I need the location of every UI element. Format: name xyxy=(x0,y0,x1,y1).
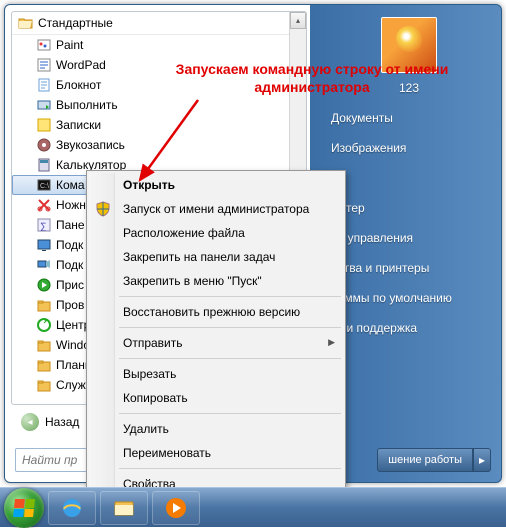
sound-icon xyxy=(36,137,52,153)
sync-icon xyxy=(36,317,52,333)
right-pane-item-3[interactable]: ьютер xyxy=(325,193,493,223)
right-pane-item-1[interactable]: Изображения xyxy=(325,133,493,163)
folder-icon xyxy=(36,377,52,393)
cmd-icon: C:\ xyxy=(36,177,52,193)
run-icon xyxy=(36,97,52,113)
program-label: Записки xyxy=(56,118,101,132)
context-menu-label: Закрепить на панели задач xyxy=(123,250,275,264)
folder-icon xyxy=(36,337,52,353)
context-menu-label: Копировать xyxy=(123,391,188,405)
sticky-icon xyxy=(36,117,52,133)
right-pane-item-6[interactable]: раммы по умолчанию xyxy=(325,283,493,313)
context-menu-label: Закрепить в меню "Пуск" xyxy=(123,274,262,288)
back-label: Назад xyxy=(45,415,79,429)
program-label: Ножн xyxy=(56,198,86,212)
right-pane-item-2[interactable]: ка xyxy=(325,163,493,193)
context-menu-label: Вырезать xyxy=(123,367,176,381)
folder-open-icon xyxy=(18,15,34,31)
context-menu-label: Отправить xyxy=(123,336,183,350)
taskbar xyxy=(0,487,506,527)
folder-icon xyxy=(36,357,52,373)
context-menu-item-13[interactable]: Удалить xyxy=(89,417,343,441)
folder-header[interactable]: Стандартные xyxy=(12,12,306,35)
context-menu-item-1[interactable]: Запуск от имени администратора xyxy=(89,197,343,221)
start-icon xyxy=(36,277,52,293)
context-menu-label: Расположение файла xyxy=(123,226,245,240)
uac-shield-icon xyxy=(95,201,111,217)
context-menu-separator xyxy=(119,296,341,297)
wmp-icon xyxy=(164,496,188,520)
taskbar-ie[interactable] xyxy=(48,491,96,525)
program-label: Пров xyxy=(56,298,84,312)
program-item-4[interactable]: Записки xyxy=(12,115,306,135)
right-pane-item-0[interactable]: Документы xyxy=(325,103,493,133)
context-menu-label: Открыть xyxy=(123,178,175,192)
program-label: Paint xyxy=(56,38,83,52)
context-menu-label: Запуск от имени администратора xyxy=(123,202,309,216)
program-item-2[interactable]: Блокнот xyxy=(12,75,306,95)
math-icon: ∑ xyxy=(36,217,52,233)
taskbar-wmp[interactable] xyxy=(152,491,200,525)
context-menu-label: Восстановить прежнюю версию xyxy=(123,305,300,319)
program-label: Windo xyxy=(56,338,90,352)
context-menu-item-10[interactable]: Вырезать xyxy=(89,362,343,386)
wordpad-icon xyxy=(36,57,52,73)
program-label: Служ xyxy=(56,378,86,392)
context-menu-separator xyxy=(119,468,341,469)
context-menu-separator xyxy=(119,327,341,328)
shutdown-options-arrow[interactable]: ▸ xyxy=(473,448,491,472)
snip-icon xyxy=(36,197,52,213)
calc-icon xyxy=(36,157,52,173)
context-menu-label: Удалить xyxy=(123,422,169,436)
paint-icon xyxy=(36,37,52,53)
notepad-icon xyxy=(36,77,52,93)
context-menu-item-4[interactable]: Закрепить в меню "Пуск" xyxy=(89,269,343,293)
right-pane-item-7[interactable]: ка и поддержка xyxy=(325,313,493,343)
back-arrow-icon: ◂ xyxy=(21,413,39,431)
context-menu-item-3[interactable]: Закрепить на панели задач xyxy=(89,245,343,269)
right-pane-item-4[interactable]: ль управления xyxy=(325,223,493,253)
program-item-3[interactable]: Выполнить xyxy=(12,95,306,115)
context-menu-separator xyxy=(119,413,341,414)
user-picture[interactable] xyxy=(381,17,437,73)
context-menu-item-6[interactable]: Восстановить прежнюю версию xyxy=(89,300,343,324)
program-item-5[interactable]: Звукозапись xyxy=(12,135,306,155)
shutdown-button[interactable]: шение работы ▸ xyxy=(377,448,491,472)
context-menu-item-0[interactable]: Открыть xyxy=(89,173,343,197)
svg-text:C:\: C:\ xyxy=(40,183,49,190)
svg-text:∑: ∑ xyxy=(40,221,46,231)
taskbar-explorer[interactable] xyxy=(100,491,148,525)
program-label: Кома xyxy=(56,178,85,192)
program-label: Блокнот xyxy=(56,78,101,92)
username-label[interactable]: 123 xyxy=(325,79,493,103)
context-menu-label: Переименовать xyxy=(123,446,211,460)
program-item-1[interactable]: WordPad xyxy=(12,55,306,75)
context-menu: Открыть Запуск от имени администратора Рас… xyxy=(86,170,346,499)
context-menu-item-11[interactable]: Копировать xyxy=(89,386,343,410)
right-pane-item-5[interactable]: йства и принтеры xyxy=(325,253,493,283)
rdp-icon xyxy=(36,237,52,253)
shutdown-label[interactable]: шение работы xyxy=(377,448,473,472)
scroll-up-icon[interactable]: ▴ xyxy=(290,12,306,29)
folder-header-label: Стандартные xyxy=(38,16,113,30)
proj-icon xyxy=(36,257,52,273)
submenu-arrow-icon: ▶ xyxy=(328,337,335,348)
program-label: WordPad xyxy=(56,58,106,72)
program-label: Подк xyxy=(56,238,83,252)
context-menu-item-14[interactable]: Переименовать xyxy=(89,441,343,465)
program-label: Прис xyxy=(56,278,84,292)
windows-logo-icon xyxy=(13,499,35,517)
start-button[interactable] xyxy=(4,488,44,528)
program-label: Звукозапись xyxy=(56,138,125,152)
program-label: Пане xyxy=(56,218,85,232)
context-menu-item-8[interactable]: Отправить ▶ xyxy=(89,331,343,355)
program-label: Подк xyxy=(56,258,83,272)
program-item-0[interactable]: Paint xyxy=(12,35,306,55)
context-menu-item-2[interactable]: Расположение файла xyxy=(89,221,343,245)
explorer-icon xyxy=(36,297,52,313)
ie-icon xyxy=(60,496,84,520)
program-label: Выполнить xyxy=(56,98,118,112)
context-menu-separator xyxy=(119,358,341,359)
explorer-icon xyxy=(112,496,136,520)
